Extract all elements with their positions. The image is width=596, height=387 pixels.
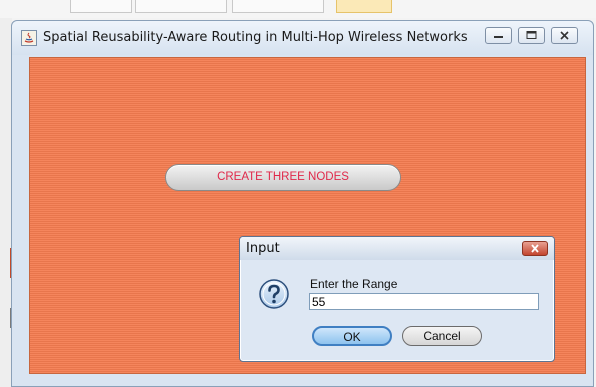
java-app-icon[interactable] — [21, 30, 37, 46]
question-icon — [259, 279, 289, 309]
dialog-titlebar[interactable]: Input — [240, 237, 554, 260]
ok-button[interactable]: OK — [312, 326, 392, 346]
minimize-icon — [494, 36, 503, 38]
close-button[interactable] — [551, 27, 578, 44]
input-dialog: Input Enter the Range OK Cancel — [239, 236, 555, 362]
cancel-button[interactable]: Cancel — [402, 326, 482, 346]
close-icon — [531, 244, 539, 253]
window-title: Spatial Reusability-Aware Routing in Mul… — [43, 30, 468, 45]
background-tab — [70, 0, 132, 13]
maximize-button[interactable] — [518, 27, 545, 44]
dialog-close-button[interactable] — [522, 241, 548, 256]
range-prompt-label: Enter the Range — [310, 277, 398, 291]
maximize-icon — [526, 31, 537, 39]
background-tab-highlighted — [336, 0, 392, 13]
create-three-nodes-button[interactable]: CREATE THREE NODES — [165, 164, 401, 191]
background-taskbar-strip — [0, 0, 596, 18]
dialog-title: Input — [246, 241, 280, 256]
background-tab — [232, 0, 324, 13]
close-icon — [560, 31, 569, 40]
background-tab — [135, 0, 227, 13]
range-input[interactable] — [309, 293, 539, 310]
minimize-button[interactable] — [485, 27, 512, 44]
main-window: Spatial Reusability-Aware Routing in Mul… — [11, 20, 594, 387]
window-titlebar[interactable]: Spatial Reusability-Aware Routing in Mul… — [12, 21, 593, 55]
